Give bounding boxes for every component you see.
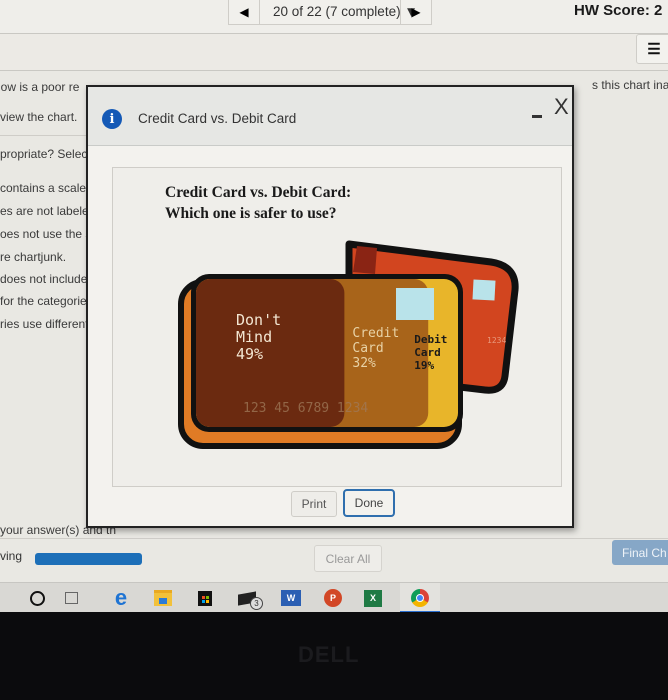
minimize-icon: [532, 115, 542, 118]
question-text-line2: view the chart.: [0, 110, 78, 124]
powerpoint-icon: P: [324, 589, 342, 607]
mail-badge: 3: [250, 597, 263, 610]
data-label-category: Debit: [414, 333, 447, 346]
sub-toolbar: [0, 34, 668, 71]
progress-bar: [35, 553, 142, 565]
taskbar-mail[interactable]: 3: [234, 585, 263, 611]
done-button[interactable]: Done: [343, 489, 395, 517]
taskbar: e 3 W P X: [0, 582, 668, 612]
cortana-icon: [29, 590, 45, 606]
data-label-category: Card: [352, 341, 383, 356]
taskbar-store[interactable]: [192, 585, 218, 611]
next-question-button[interactable]: ▶: [400, 0, 431, 24]
answer-option[interactable]: re chartjunk.: [0, 250, 66, 264]
data-label-category: Mind: [236, 328, 272, 346]
print-button[interactable]: Print: [291, 491, 337, 517]
hw-score: HW Score: 2: [574, 2, 663, 19]
dialog-title: Credit Card vs. Debit Card: [138, 111, 297, 126]
close-button[interactable]: X: [554, 96, 569, 118]
answer-option[interactable]: does not include a: [0, 272, 97, 286]
edge-icon: e: [114, 585, 128, 610]
previous-question-button[interactable]: ◀: [229, 0, 260, 24]
credit-card-chart: 1234 123 45 6789 1234 Don'tMind49% Credit…: [178, 240, 519, 449]
dialog-header: i Credit Card vs. Debit Card X: [88, 87, 572, 146]
list-icon: ☰: [647, 41, 661, 58]
back-card-stripe: [353, 246, 377, 274]
back-card-number: 1234: [487, 336, 506, 345]
progress-label: ving: [0, 549, 23, 563]
chrome-icon: [411, 589, 429, 607]
top-bar: ◀ 20 of 22 (7 complete) ▼ ▶ HW Score: 2: [0, 0, 668, 34]
triangle-left-icon: ◀: [239, 5, 249, 19]
data-label-category: Don't: [236, 311, 281, 329]
front-card-chip: [396, 288, 434, 320]
info-icon: i: [102, 109, 122, 129]
screen: ◀ 20 of 22 (7 complete) ▼ ▶ HW Score: 2 …: [0, 0, 668, 612]
chart-dialog: i Credit Card vs. Debit Card X Credit Ca…: [86, 85, 574, 528]
front-card: 123 45 6789 1234 Don'tMind49%CreditCard3…: [178, 274, 463, 449]
taskbar-file-explorer[interactable]: [150, 585, 176, 611]
taskbar-task-view[interactable]: [58, 585, 84, 611]
question-text-line3: propriate? Selec: [0, 147, 88, 161]
chart-figure: Credit Card vs. Debit Card: Which one is…: [112, 167, 562, 487]
answer-option[interactable]: contains a scale.: [0, 181, 89, 195]
taskbar-excel[interactable]: X: [360, 585, 386, 611]
question-text-line1: low is a poor re: [0, 80, 80, 94]
triangle-right-icon: ▶: [411, 5, 421, 19]
card-number: 123 45 6789 1234: [243, 401, 368, 416]
excel-icon: X: [364, 589, 382, 607]
question-selector[interactable]: 20 of 22 (7 complete) ▼: [273, 4, 418, 19]
dell-logo: DELL: [298, 642, 360, 667]
answer-option[interactable]: es are not labele: [0, 204, 89, 218]
taskbar-word[interactable]: W: [278, 585, 304, 611]
back-card-chip: [472, 279, 496, 301]
taskbar-search[interactable]: [24, 585, 50, 611]
data-label-value: 32%: [352, 356, 376, 371]
word-icon: W: [281, 590, 301, 606]
minimize-button[interactable]: [530, 105, 544, 119]
data-label-category: Card: [414, 346, 441, 359]
data-label-value: 49%: [236, 345, 263, 363]
taskbar-powerpoint[interactable]: P: [320, 585, 346, 611]
question-navigator: ◀ 20 of 22 (7 complete) ▼ ▶: [228, 0, 432, 25]
taskbar-chrome[interactable]: [407, 585, 433, 611]
store-bag-icon: [198, 590, 212, 606]
menu-button[interactable]: ☰: [636, 34, 668, 64]
answer-option[interactable]: oes not use the si: [0, 227, 94, 241]
clear-all-button[interactable]: Clear All: [314, 545, 382, 572]
answer-option[interactable]: for the categories: [0, 294, 93, 308]
data-label-value: 19%: [414, 359, 434, 372]
question-text-line1-end: s this chart ina: [592, 78, 668, 92]
final-check-button[interactable]: Final Ch: [612, 540, 668, 565]
data-label-category: Credit: [352, 326, 399, 341]
divider: [0, 538, 668, 539]
folder-icon: [154, 590, 172, 606]
taskbar-edge[interactable]: e: [108, 585, 134, 611]
answer-option[interactable]: ries use different u: [0, 317, 99, 331]
divider: [0, 135, 90, 136]
task-view-icon: [64, 592, 78, 604]
